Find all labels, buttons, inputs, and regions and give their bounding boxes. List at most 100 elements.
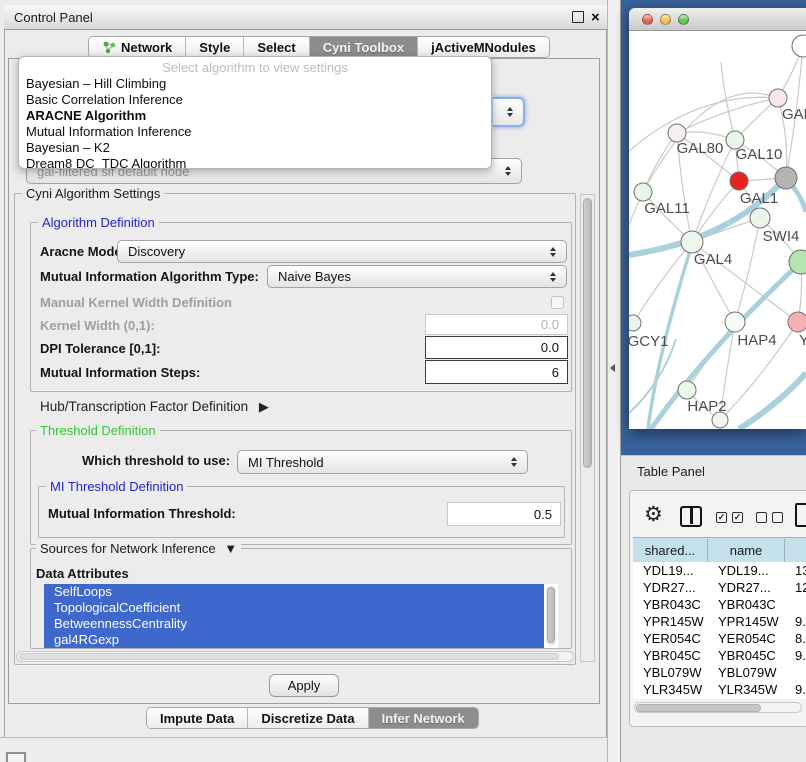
deselect-all-checkbox-icon[interactable] <box>756 512 767 523</box>
mi-algorithm-type-combobox[interactable]: Naive Bayes <box>267 265 567 288</box>
network-node[interactable] <box>792 35 806 57</box>
network-node[interactable] <box>788 312 806 332</box>
algorithm-option[interactable]: Mutual Information Inference <box>26 124 191 139</box>
algorithm-option[interactable]: Bayesian – K2 <box>26 140 110 155</box>
tab-cyni-toolbox[interactable]: Cyni Toolbox <box>310 37 418 57</box>
scrollbar-thumb[interactable] <box>636 704 761 712</box>
select-all-checkbox-icon[interactable]: ✓ <box>732 512 743 523</box>
data-attribute-item[interactable]: gal4RGexp <box>44 632 544 648</box>
control-panel-titlebar[interactable] <box>4 5 607 30</box>
algorithm-option[interactable]: ARACNE Algorithm <box>26 108 146 123</box>
network-node-label: GAL4 <box>694 251 732 268</box>
tab-jactivemnodules[interactable]: jActiveMNodules <box>418 37 549 57</box>
gear-icon[interactable]: ⚙ <box>644 503 663 527</box>
table-cell: YDL19... <box>643 562 694 579</box>
table-row[interactable]: YPR145WYPR145W9. <box>633 613 806 630</box>
network-node[interactable] <box>725 312 745 332</box>
table-cell: YIL052C <box>718 698 769 699</box>
collapse-down-icon[interactable]: ▼ <box>224 541 237 556</box>
network-node[interactable] <box>681 231 703 253</box>
tab-network[interactable]: Network <box>89 37 186 57</box>
export-table-icon[interactable] <box>795 503 806 527</box>
algorithm-option[interactable]: Dream8 DC_TDC Algorithm <box>26 156 186 169</box>
scrollbar-thumb[interactable] <box>547 587 555 643</box>
hub-factor-section[interactable]: Hub/Transcription Factor Definition ▶ <box>40 399 269 415</box>
table-column-header[interactable]: shared... <box>633 539 708 562</box>
manual-kernel-width-checkbox[interactable] <box>551 296 564 309</box>
table-cell: 8. <box>795 630 806 647</box>
algorithm-dropdown-popup: Select algorithm to view settings Bayesi… <box>18 56 492 169</box>
table-cell: 13 <box>795 562 806 579</box>
tab-discretize-data[interactable]: Discretize Data <box>248 708 368 728</box>
select-all-checkbox-icon[interactable]: ✓ <box>716 512 727 523</box>
dpi-tolerance-field[interactable]: 0.0 <box>425 336 568 359</box>
table-cell: 9. <box>795 698 806 699</box>
network-window-titlebar[interactable] <box>629 8 806 31</box>
kernel-width-field[interactable]: 0.0 <box>425 314 568 335</box>
aracne-mode-combobox[interactable]: Discovery <box>117 240 567 263</box>
table-row[interactable]: YDL19...YDL19...13 <box>633 562 806 579</box>
tab-impute-data[interactable]: Impute Data <box>147 708 248 728</box>
tab-label: Select <box>257 40 295 55</box>
tab-infer-network[interactable]: Infer Network <box>369 708 478 728</box>
threshold-definition-title: Threshold Definition <box>36 423 160 438</box>
tab-select[interactable]: Select <box>244 37 309 57</box>
settings-vertical-scrollbar[interactable] <box>580 194 595 662</box>
data-attribute-item[interactable]: TopologicalCoefficient <box>44 600 544 616</box>
minimized-panel-icon[interactable] <box>6 752 26 762</box>
table-row[interactable]: YIL052CYIL052C9. <box>633 698 806 699</box>
collapse-left-icon[interactable] <box>610 364 615 372</box>
table-horizontal-scrollbar[interactable] <box>634 702 802 713</box>
data-attributes-list[interactable]: SelfLoopsTopologicalCoefficientBetweenne… <box>44 584 558 648</box>
algorithm-option[interactable]: Bayesian – Hill Climbing <box>26 76 166 91</box>
network-icon <box>102 40 116 54</box>
sources-title[interactable]: Sources for Network Inference ▼ <box>36 541 241 556</box>
network-node[interactable] <box>775 167 797 189</box>
network-node-label: GAL11 <box>644 200 690 217</box>
table-cell: YER054C <box>718 630 776 647</box>
table-column-header[interactable]: name <box>708 539 785 562</box>
table-row[interactable]: YBR045CYBR045C9. <box>633 647 806 664</box>
mi-threshold-field[interactable]: 0.5 <box>447 502 561 526</box>
table-row[interactable]: YBR043CYBR043C <box>633 596 806 613</box>
show-columns-icon[interactable] <box>680 506 702 527</box>
mi-threshold-label: Mutual Information Threshold: <box>48 506 236 521</box>
panel-splitter[interactable] <box>607 0 621 762</box>
inference-algorithm-combobox-partial[interactable] <box>493 97 525 127</box>
table-row[interactable]: YER054C YER054C 8. <box>633 630 806 647</box>
scrollbar-thumb[interactable] <box>583 198 592 468</box>
network-node[interactable] <box>769 89 787 107</box>
data-attribute-item[interactable]: BetweennessCentrality <box>44 616 544 632</box>
control-panel-tab-bar: NetworkStyle Select Cyni ToolboxjActiveMNo… <box>88 36 550 58</box>
deselect-all-checkbox-icon[interactable] <box>772 512 783 523</box>
table-row[interactable]: YBL079WYBL079W <box>633 664 806 681</box>
mi-algorithm-type-value: Naive Bayes <box>278 269 351 284</box>
which-threshold-combobox[interactable]: MI Threshold <box>237 450 528 474</box>
list-vertical-scrollbar[interactable] <box>546 586 556 646</box>
mac-zoom-icon[interactable] <box>678 14 689 25</box>
close-icon[interactable]: × <box>591 5 600 30</box>
network-node[interactable] <box>629 315 641 331</box>
apply-button[interactable]: Apply <box>269 674 339 697</box>
float-window-icon[interactable] <box>572 11 584 23</box>
mac-close-icon[interactable] <box>642 14 653 25</box>
algorithm-option[interactable]: Basic Correlation Inference <box>26 92 183 107</box>
data-attribute-item[interactable]: SelfLoops <box>44 584 544 600</box>
table-cell: YER054C <box>643 630 701 647</box>
table-column-header[interactable]: A <box>785 539 806 562</box>
tab-style[interactable]: Style <box>186 37 244 57</box>
settings-horizontal-scrollbar[interactable] <box>16 651 574 662</box>
network-node[interactable] <box>730 172 748 190</box>
control-panel-title: Control Panel <box>14 10 93 25</box>
table-row[interactable]: YLR345WYLR345W9. <box>633 681 806 698</box>
table-row[interactable]: YDR27...YDR27...12 <box>633 579 806 596</box>
expand-right-icon[interactable]: ▶ <box>259 399 269 414</box>
network-node[interactable] <box>634 183 652 201</box>
network-node[interactable] <box>750 208 770 228</box>
scrollbar-thumb[interactable] <box>19 653 559 660</box>
network-graph[interactable]: GALGAL80GAL10GAL1GAL11SWI4GAL4GCY1HAP4YH… <box>629 31 806 429</box>
mi-steps-field[interactable]: 6 <box>425 360 568 384</box>
mac-minimize-icon[interactable] <box>660 14 671 25</box>
network-node[interactable] <box>678 381 696 399</box>
table-cell: YBL079W <box>643 664 702 681</box>
